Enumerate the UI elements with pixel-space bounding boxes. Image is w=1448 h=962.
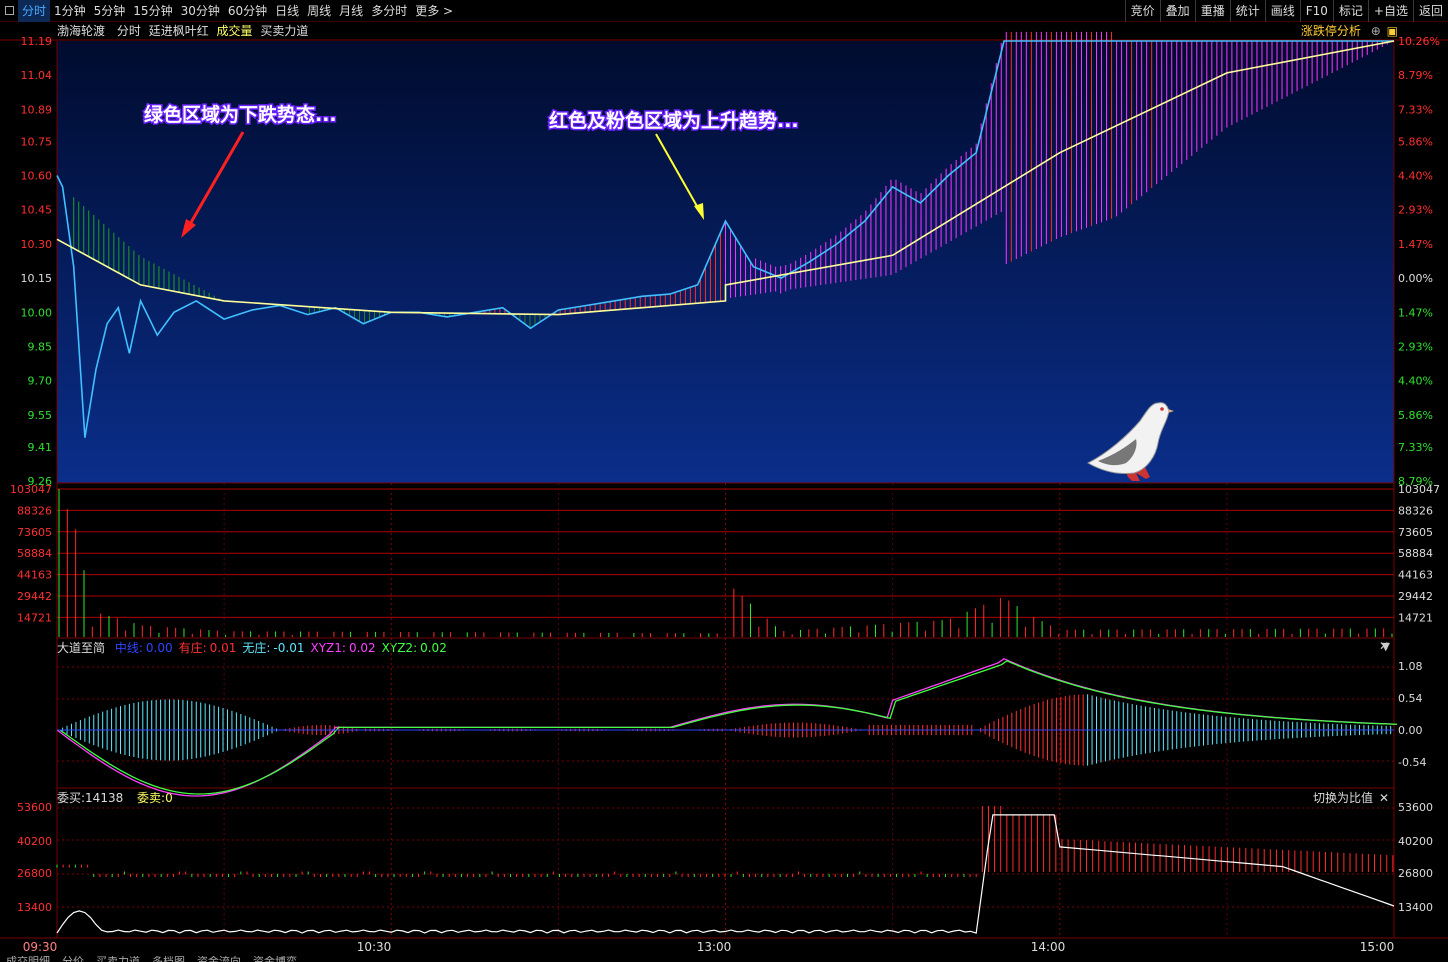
annotation-uptrend: 红色及粉色区域为上升趋势...	[549, 109, 799, 132]
percent-tick-label: 10.26%	[1398, 35, 1440, 48]
volume-tick-label: 73605	[17, 526, 52, 539]
volume-tick-label: 88326	[1398, 504, 1433, 517]
indicator-tick-label: 0.00	[1398, 724, 1423, 737]
order-tick-label: 13400	[1398, 901, 1433, 914]
percent-tick-label: 4.40%	[1398, 375, 1433, 388]
percent-tick-label: 7.33%	[1398, 103, 1433, 116]
price-tick-label: 10.30	[21, 238, 53, 251]
price-tick-label: 10.45	[21, 204, 53, 217]
annotation-downtrend: 绿色区域为下跌势态...	[144, 103, 337, 126]
volume-tick-label: 88326	[17, 504, 52, 517]
time-axis-label: 10:30	[357, 940, 392, 954]
time-axis-label: 14:00	[1031, 940, 1066, 954]
price-tick-label: 10.89	[21, 103, 53, 116]
price-tick-label: 11.19	[21, 35, 53, 48]
price-tick-label: 9.85	[28, 340, 53, 353]
volume-tick-label: 103047	[1398, 483, 1440, 496]
percent-tick-label: 4.40%	[1398, 170, 1433, 183]
percent-tick-label: 2.93%	[1398, 340, 1433, 353]
percent-tick-label: 5.86%	[1398, 135, 1433, 148]
percent-tick-label: 1.47%	[1398, 306, 1433, 319]
percent-tick-label: 5.86%	[1398, 409, 1433, 422]
price-tick-label: 10.15	[21, 272, 53, 285]
volume-tick-label: 44163	[1398, 569, 1433, 582]
order-tick-label: 26800	[17, 867, 52, 880]
price-tick-label: 10.60	[21, 170, 53, 183]
volume-tick-label: 58884	[1398, 547, 1433, 560]
bottom-tab[interactable]: 成交明细	[0, 956, 56, 962]
order-tick-label: 53600	[1398, 801, 1433, 814]
percent-tick-label: 0.00%	[1398, 272, 1433, 285]
volume-tick-label: 44163	[17, 569, 52, 582]
dadao-indicator	[56, 657, 1398, 797]
price-tick-label: 10.00	[21, 306, 53, 319]
xyz2-line	[59, 660, 1398, 795]
volume-tick-label: 14721	[17, 611, 52, 624]
volume-tick-label: 58884	[17, 547, 52, 560]
price-tick-label: 11.04	[21, 69, 53, 82]
indicator-tick-label: 0.54	[1398, 692, 1423, 705]
price-tick-label: 10.75	[21, 135, 53, 148]
price-tick-label: 9.70	[28, 375, 53, 388]
bottom-tabs: 成交明细分价买卖力道多档图资金流向资金博弈	[0, 956, 1448, 962]
order-tick-label: 26800	[1398, 867, 1433, 880]
time-axis-label: 15:00	[1360, 940, 1395, 954]
price-tick-label: 9.41	[28, 441, 53, 454]
percent-tick-label: 1.47%	[1398, 238, 1433, 251]
order-tick-label: 13400	[17, 901, 52, 914]
percent-tick-label: 7.33%	[1398, 441, 1433, 454]
intraday-chart[interactable]: 11.19 10.26% 11.04 8.79% 10.89 7.33% 10.75 5.86…	[0, 0, 1448, 962]
percent-tick-label: 8.79%	[1398, 69, 1433, 82]
volume-tick-label: 103047	[10, 483, 52, 496]
bottom-tab[interactable]: 资金流向	[191, 956, 247, 962]
bottom-tab[interactable]: 多档图	[146, 956, 191, 962]
price-tick-label: 9.55	[28, 409, 53, 422]
percent-tick-label: 2.93%	[1398, 204, 1433, 217]
bottom-tab[interactable]: 资金博弈	[247, 956, 303, 962]
volume-tick-label: 73605	[1398, 526, 1433, 539]
order-tick-label: 40200	[17, 835, 52, 848]
bottom-tab[interactable]: 买卖力道	[90, 956, 146, 962]
indicator-tick-label: -0.54	[1398, 756, 1426, 769]
order-tick-label: 53600	[17, 801, 52, 814]
volume-tick-label: 29442	[17, 590, 52, 603]
time-axis-label: 13:00	[697, 940, 732, 954]
indicator-tick-label: 1.08	[1398, 660, 1423, 673]
bottom-tab[interactable]: 分价	[56, 956, 90, 962]
volume-tick-label: 14721	[1398, 611, 1433, 624]
volume-tick-label: 29442	[1398, 590, 1433, 603]
order-tick-label: 40200	[1398, 835, 1433, 848]
time-axis-label: 09:30	[23, 940, 58, 954]
